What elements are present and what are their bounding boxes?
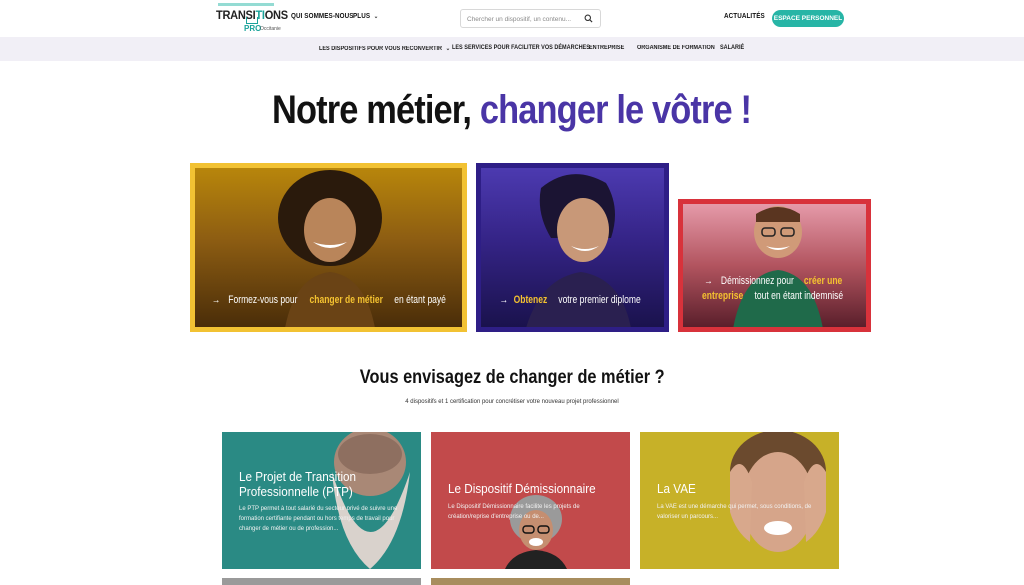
arrow-right-icon: → <box>211 294 221 306</box>
chevron-down-icon: ⌄ <box>373 14 379 20</box>
hero-card-photo: → Formez-vous pour changer de métier en … <box>195 168 462 327</box>
hero-title-highlight: changer le vôtre ! <box>480 88 752 132</box>
site-logo[interactable]: TRANSITIONS PRO Occitanie <box>216 3 288 35</box>
hero-card-demissionnez[interactable]: → Démissionnez pour créer une entreprise … <box>678 199 871 332</box>
subnav-services[interactable]: LES SERVICES POUR FACILITER VOS DÉMARCHE… <box>452 45 590 51</box>
nav-qui-sommes-nous[interactable]: QUI SOMMES-NOUS <box>291 13 354 20</box>
hero-title-plain: Notre métier, <box>272 88 472 132</box>
hero-card-photo: → Obtenez votre premier diplome <box>481 168 664 327</box>
search-input[interactable] <box>467 13 577 25</box>
dispositif-card-partial[interactable] <box>431 578 630 585</box>
logo-topline <box>218 3 274 6</box>
logo-bracket <box>246 17 258 24</box>
section-subtitle: 4 dispositifs et 1 certification pour co… <box>405 399 619 405</box>
hero-card-caption: → Formez-vous pour changer de métier en … <box>211 294 447 306</box>
dispositif-card-demissionnaire[interactable]: Le Dispositif Démissionnaire Le Disposit… <box>431 432 630 569</box>
dispositif-card-partial[interactable] <box>222 578 421 585</box>
hero-card-caption: → Démissionnez pour créer une entreprise … <box>702 275 844 302</box>
subnav-entreprise[interactable]: ENTREPRISE <box>589 45 624 51</box>
search-icon[interactable] <box>584 14 593 23</box>
nav-actualites[interactable]: ACTUALITÉS <box>724 13 765 20</box>
dispositif-card-title: La VAE <box>657 481 696 496</box>
bearded-man-illustration <box>332 432 410 569</box>
top-header: TRANSITIONS PRO Occitanie QUI SOMMES-NOU… <box>0 0 1024 37</box>
logo-pro: PRO <box>244 24 262 33</box>
subnav-salarie[interactable]: SALARIÉ <box>720 45 744 51</box>
secondary-nav: LES DISPOSITIFS POUR VOUS RECONVERTIR ⌄ L… <box>0 37 1024 61</box>
subnav-organisme[interactable]: ORGANISME DE FORMATION <box>637 45 715 51</box>
espace-personnel-button[interactable]: ESPACE PERSONNEL <box>772 10 844 27</box>
dispositif-card-title: Le Projet de Transition Professionnelle (… <box>239 469 357 499</box>
subnav-dispositifs-label: LES DISPOSITIFS POUR VOUS RECONVERTIR <box>319 46 442 52</box>
subnav-dispositifs[interactable]: LES DISPOSITIFS POUR VOUS RECONVERTIR ⌄ <box>319 45 450 52</box>
hero-card-caption: → Obtenez votre premier diplome <box>499 294 641 306</box>
dispositif-card-desc: Le PTP permet à tout salarié du secteur … <box>239 506 398 532</box>
hero-card-photo: → Démissionnez pour créer une entreprise … <box>683 204 866 327</box>
hero-card-obtenez[interactable]: → Obtenez votre premier diplome <box>476 163 669 332</box>
hero-card-formez-vous[interactable]: → Formez-vous pour changer de métier en … <box>190 163 467 332</box>
logo-region: Occitanie <box>260 26 281 32</box>
hero-title: Notre métier, changer le vôtre ! <box>0 88 1024 133</box>
nav-plus[interactable]: PLUS ⌄ <box>353 13 378 20</box>
chevron-down-icon: ⌄ <box>445 46 451 52</box>
dispositif-card-ptp[interactable]: Le Projet de Transition Professionnelle (… <box>222 432 421 569</box>
dispositif-card-desc: Le Dispositif Démissionnaire facilite le… <box>448 504 580 520</box>
woman-hands-face-illustration <box>730 432 826 552</box>
man-portrait-illustration <box>733 206 823 327</box>
dispositif-card-title: Le Dispositif Démissionnaire <box>448 481 596 496</box>
section-title: Vous envisagez de changer de métier ? <box>359 367 665 388</box>
dispositif-card-desc: La VAE est une démarche qui permet, sous… <box>657 504 812 520</box>
nav-plus-label: PLUS <box>353 13 371 20</box>
dispositif-card-vae[interactable]: La VAE La VAE est une démarche qui perme… <box>640 432 839 569</box>
arrow-right-icon: → <box>704 275 713 287</box>
search-box <box>460 9 601 28</box>
arrow-right-icon: → <box>499 294 509 306</box>
